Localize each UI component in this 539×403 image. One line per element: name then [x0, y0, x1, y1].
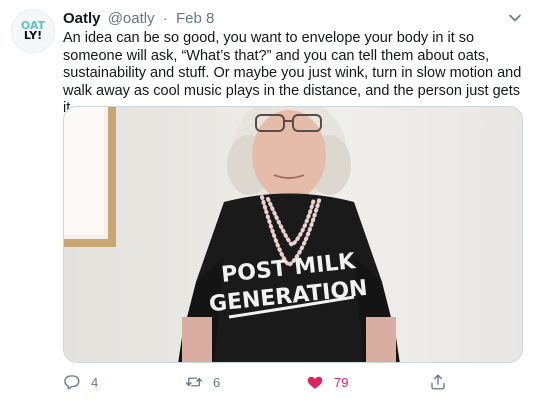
tweet-text: An idea can be so good, you want to enve…	[63, 30, 522, 116]
like-icon	[307, 376, 323, 389]
photo-image: POST MILK GENERATION	[64, 107, 522, 362]
reply-icon	[64, 375, 80, 390]
like-button[interactable]: 79	[306, 371, 348, 393]
tweet-actions: 4 6 79	[63, 371, 523, 393]
author-name[interactable]: Oatly	[63, 10, 101, 27]
author-handle[interactable]: @oatly	[108, 10, 155, 27]
chevron-down-icon[interactable]	[507, 10, 523, 26]
retweet-button[interactable]: 6	[185, 371, 220, 393]
reply-count: 4	[91, 374, 99, 390]
like-count: 79	[334, 374, 349, 390]
share-button[interactable]	[429, 371, 447, 393]
separator-dot: ·	[162, 10, 168, 27]
share-icon	[431, 374, 445, 390]
reply-button[interactable]: 4	[63, 371, 98, 393]
retweet-count: 6	[213, 374, 221, 390]
avatar[interactable]: OAT LY!	[11, 9, 55, 53]
tweet-date[interactable]: Feb 8	[176, 10, 214, 27]
avatar-logo: OAT LY!	[20, 19, 46, 42]
tweet-media-photo[interactable]: POST MILK GENERATION	[63, 106, 523, 363]
tweet-header: Oatly @oatly · Feb 8	[63, 9, 509, 29]
tweet[interactable]: OAT LY! Oatly @oatly · Feb 8 An idea can…	[0, 0, 539, 403]
retweet-icon	[185, 377, 203, 387]
